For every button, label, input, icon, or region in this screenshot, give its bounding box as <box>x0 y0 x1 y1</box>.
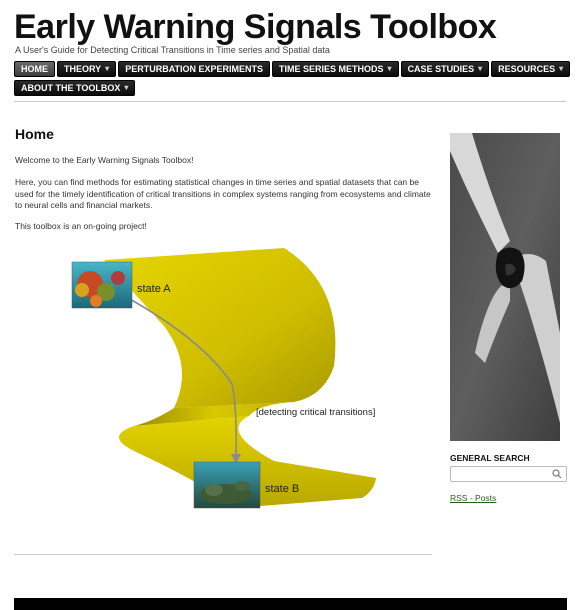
search-section-title: GENERAL SEARCH <box>450 453 530 463</box>
nav-item-perturbation-experiments[interactable]: PERTURBATION EXPERIMENTS <box>118 61 271 77</box>
dropdown-indicator-icon: ▾ <box>387 64 392 73</box>
dropdown-indicator-icon: ▾ <box>105 64 110 73</box>
dropdown-indicator-icon: ▾ <box>559 64 564 73</box>
nav-item-label: RESOURCES <box>498 64 556 74</box>
diagram-caption: [detecting critical transitions] <box>256 407 375 418</box>
ongoing-note: This toolbox is an on-going project! <box>15 221 147 231</box>
nav-item-label: ABOUT THE TOOLBOX <box>21 83 121 93</box>
nav-item-label: TIME SERIES METHODS <box>279 64 384 74</box>
site-title[interactable]: Early Warning Signals Toolbox <box>14 8 497 47</box>
nav-row-secondary: ABOUT THE TOOLBOX ▾ <box>14 80 566 96</box>
magnifier-icon[interactable] <box>550 468 564 480</box>
intro-paragraph: Here, you can find methods for estimatin… <box>15 177 431 210</box>
state-a-label: state A <box>137 283 171 295</box>
nav-item-time-series-methods[interactable]: TIME SERIES METHODS ▾ <box>272 61 399 77</box>
nav-item-theory[interactable]: THEORY ▾ <box>57 61 117 77</box>
nav-item-label: CASE STUDIES <box>407 64 475 74</box>
nav-item-label: PERTURBATION EXPERIMENTS <box>125 64 264 74</box>
site-tagline: A User's Guide for Detecting Critical Tr… <box>15 45 330 55</box>
dropdown-indicator-icon: ▾ <box>124 83 129 92</box>
nav-item-about-the-toolbox[interactable]: ABOUT THE TOOLBOX ▾ <box>14 80 136 96</box>
critical-transition-diagram: state A [detecting critical transitions]… <box>71 248 376 509</box>
nav-item-home[interactable]: HOME <box>14 61 55 77</box>
nav-item-label: THEORY <box>64 64 102 74</box>
nav-item-case-studies[interactable]: CASE STUDIES ▾ <box>400 61 490 77</box>
page-title: Home <box>15 126 54 142</box>
dropdown-indicator-icon: ▾ <box>478 64 483 73</box>
nav-item-resources[interactable]: RESOURCES ▾ <box>491 61 571 77</box>
rss-posts-link[interactable]: RSS - Posts <box>450 493 496 503</box>
sidebar-cracked-structure-photo <box>450 133 560 441</box>
state-b-label: state B <box>265 483 299 495</box>
nav-item-label: HOME <box>21 64 48 74</box>
header-divider <box>14 101 566 102</box>
welcome-text: Welcome to the Early Warning Signals Too… <box>15 155 194 165</box>
state-a-reef-image <box>71 261 133 309</box>
nav-row-primary: HOME THEORY ▾ PERTURBATION EXPERIMENTS T… <box>14 61 571 77</box>
footer-bar <box>14 598 567 610</box>
search-input[interactable] <box>451 467 546 481</box>
main-navigation: HOME THEORY ▾ PERTURBATION EXPERIMENTS T… <box>14 61 571 99</box>
state-b-reef-image <box>193 461 261 509</box>
search-box <box>450 466 567 482</box>
content-divider <box>14 554 432 555</box>
